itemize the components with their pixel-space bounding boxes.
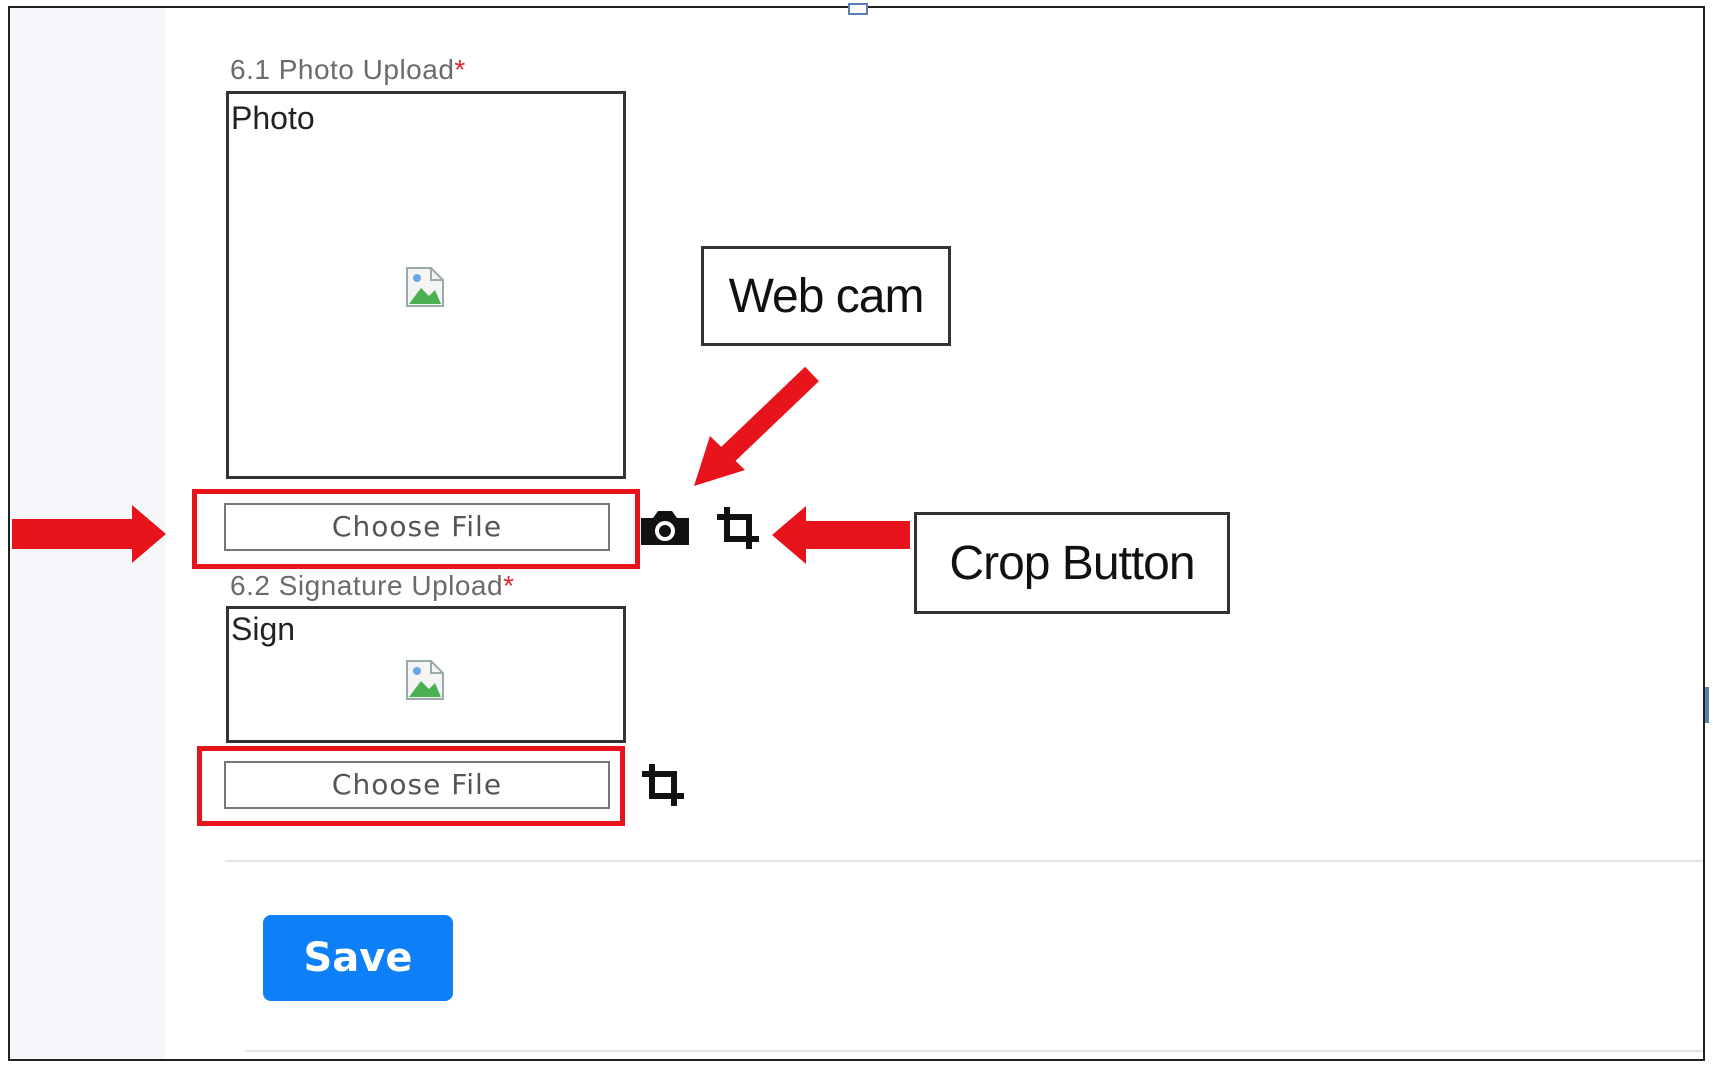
required-asterisk: * [503,570,515,601]
broken-image-icon [406,267,444,307]
crop-icon[interactable] [715,505,761,551]
signature-upload-label: 6.2 Signature Upload* [230,570,514,602]
top-resize-handle [848,3,868,15]
photo-preview: Photo [226,91,626,479]
signature-upload-label-text: 6.2 Signature Upload [230,570,504,601]
crop-icon[interactable] [640,762,686,808]
photo-upload-label: 6.1 Photo Upload* [230,54,466,86]
photo-preview-alt-text: Photo [231,100,315,136]
webcam-callout: Web cam [701,246,951,346]
save-button[interactable]: Save [263,915,453,1001]
left-margin-panel [10,8,165,1059]
broken-image-icon [406,660,444,700]
camera-icon[interactable] [637,508,693,548]
signature-preview-alt-text: Sign [231,611,296,647]
required-asterisk: * [454,54,466,85]
bottom-divider [245,1050,1703,1052]
form-divider [225,860,1703,862]
photo-choose-file-button[interactable]: Choose File [224,503,610,551]
signature-preview: Sign [226,606,626,743]
photo-upload-label-text: 6.1 Photo Upload [230,54,455,85]
signature-choose-file-button[interactable]: Choose File [224,761,610,809]
crop-button-callout: Crop Button [914,512,1230,614]
right-scroll-marker [1705,687,1709,723]
